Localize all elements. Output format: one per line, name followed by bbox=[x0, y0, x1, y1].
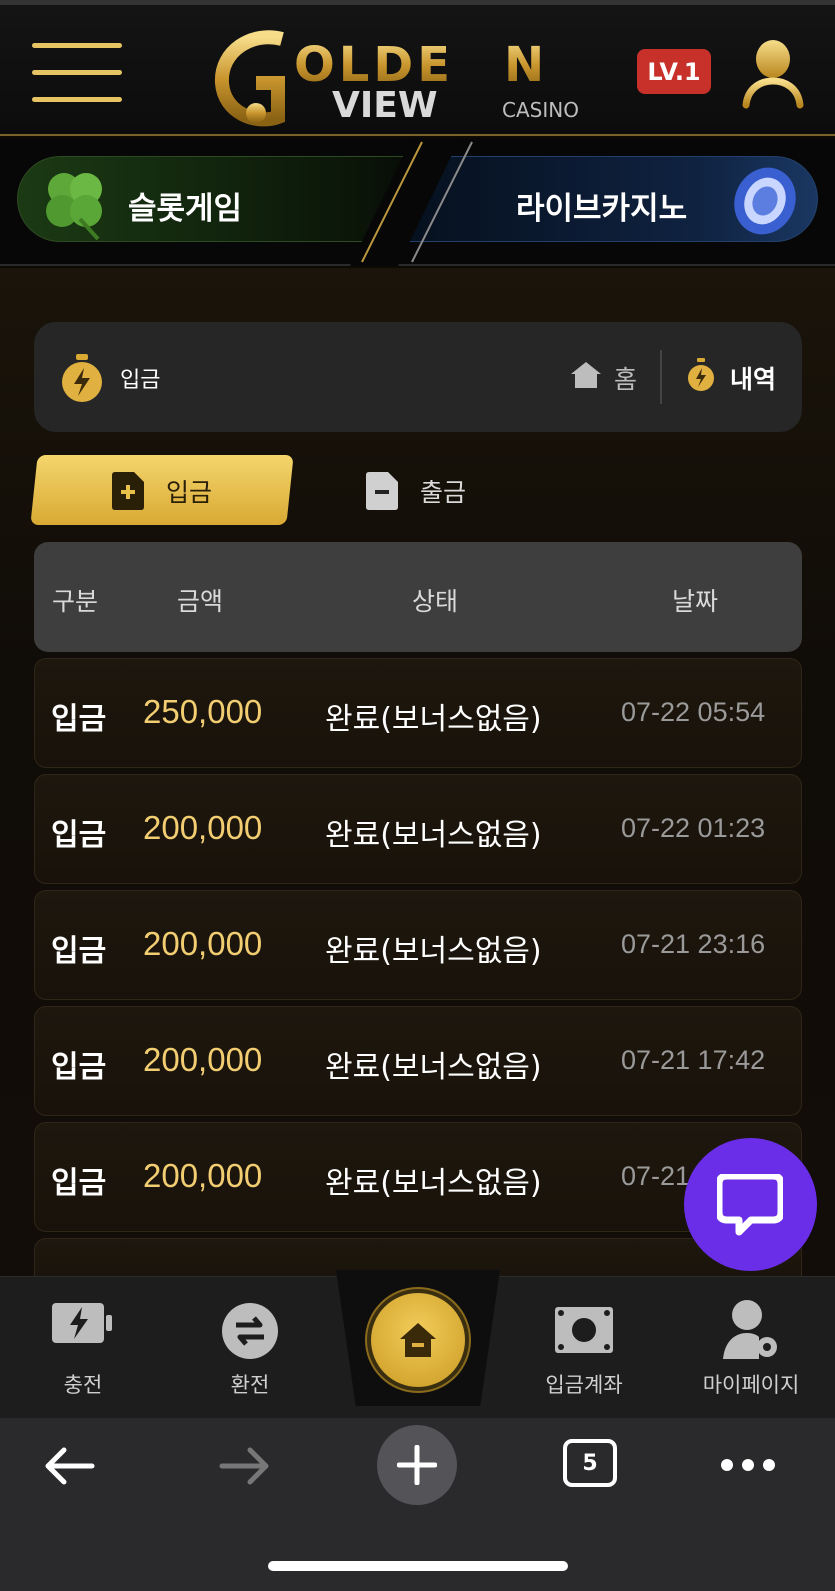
banner-divider bbox=[350, 138, 473, 266]
cash-icon bbox=[555, 1307, 613, 1353]
row-amount: 200,000 bbox=[143, 809, 263, 846]
row-status: 완료(보너스없음) bbox=[325, 702, 542, 737]
table-row[interactable]: 입금 200,000 완료(보너스없음) 07-21 17:42 bbox=[34, 1006, 802, 1116]
tab-withdraw[interactable]: 출금 bbox=[366, 472, 466, 510]
nav-exchange-label: 환전 bbox=[230, 1373, 270, 1397]
tab-withdraw-label: 출금 bbox=[420, 478, 467, 507]
live-chat-button[interactable] bbox=[684, 1138, 817, 1271]
row-type: 입금 bbox=[51, 1166, 107, 1201]
user-settings-icon bbox=[723, 1300, 777, 1359]
column-header-status: 상태 bbox=[412, 587, 459, 616]
home-icon[interactable] bbox=[569, 360, 603, 390]
row-amount: 200,000 bbox=[143, 925, 263, 962]
row-date: 07-21 17:42 bbox=[621, 1045, 766, 1075]
game-category-bar: 슬롯게임 라이브카지노 bbox=[0, 138, 835, 266]
row-status: 완료(보너스없음) bbox=[325, 1050, 542, 1085]
home-icon bbox=[400, 1323, 436, 1357]
row-type: 입금 bbox=[51, 934, 107, 969]
column-header-amount: 금액 bbox=[177, 587, 224, 616]
column-header-type: 구분 bbox=[52, 587, 99, 616]
new-tab-button[interactable] bbox=[377, 1425, 457, 1505]
clover-icon bbox=[46, 173, 102, 241]
row-date: 07-21 bbox=[621, 1161, 691, 1191]
table-row[interactable]: 입금 250,000 완료(보너스없음) 07-22 05:54 bbox=[34, 658, 802, 768]
golden-view-logo[interactable]: OLDE N VIEW CASINO bbox=[212, 21, 622, 131]
svg-text:VIEW: VIEW bbox=[332, 85, 438, 126]
page-title: 입금 bbox=[120, 368, 161, 393]
live-casino-label: 라이브카지노 bbox=[516, 191, 688, 227]
exchange-icon bbox=[222, 1303, 278, 1359]
nav-mypage-label: 마이페이지 bbox=[702, 1373, 800, 1397]
row-status: 완료(보너스없음) bbox=[325, 934, 542, 969]
row-amount: 200,000 bbox=[143, 1157, 263, 1194]
nav-charge-label: 충전 bbox=[63, 1373, 103, 1397]
slot-game-label: 슬롯게임 bbox=[128, 191, 243, 227]
plus-icon bbox=[397, 1445, 437, 1485]
user-icon[interactable] bbox=[742, 39, 804, 109]
home-button[interactable] bbox=[371, 1293, 465, 1387]
breadcrumb-history[interactable]: 내역 bbox=[730, 360, 776, 396]
stopwatch-icon bbox=[688, 358, 714, 391]
tab-deposit-label: 입금 bbox=[166, 478, 213, 507]
tab-count-button[interactable]: 5 bbox=[563, 1439, 617, 1487]
row-type: 입금 bbox=[51, 702, 107, 737]
table-row[interactable]: 입금 200,000 완료(보너스없음) 07-22 01:23 bbox=[34, 774, 802, 884]
row-date: 07-22 01:23 bbox=[621, 813, 766, 843]
app-header: OLDE N VIEW CASINO LV.1 bbox=[0, 0, 835, 136]
menu-icon[interactable] bbox=[32, 43, 122, 107]
row-type: 입금 bbox=[51, 1050, 107, 1085]
stopwatch-icon bbox=[62, 354, 102, 402]
breadcrumb-home[interactable]: 홈 bbox=[614, 360, 637, 396]
row-amount: 200,000 bbox=[143, 1041, 263, 1078]
chat-bubble-icon bbox=[717, 1174, 783, 1236]
nav-exchange[interactable]: 환전 bbox=[180, 1277, 320, 1419]
more-options-icon[interactable] bbox=[720, 1458, 776, 1472]
row-status: 완료(보너스없음) bbox=[325, 1166, 542, 1201]
document-minus-icon bbox=[366, 472, 398, 510]
row-status: 완료(보너스없음) bbox=[325, 818, 542, 853]
page-header-card: 입금 홈 내역 bbox=[34, 322, 802, 432]
row-date: 07-22 05:54 bbox=[621, 697, 766, 727]
row-amount: 250,000 bbox=[143, 693, 263, 730]
svg-text:CASINO: CASINO bbox=[502, 98, 579, 122]
casino-chip-icon bbox=[734, 167, 796, 235]
tab-deposit-content[interactable]: 입금 bbox=[112, 472, 212, 510]
table-header: 구분 금액 상태 날짜 bbox=[34, 542, 802, 652]
document-plus-icon bbox=[112, 472, 144, 510]
table-row[interactable]: 입금 200,000 완료(보너스없음) 07-21 23:16 bbox=[34, 890, 802, 1000]
forward-arrow-icon[interactable] bbox=[218, 1446, 270, 1486]
row-type: 입금 bbox=[51, 818, 107, 853]
nav-deposit-account-label: 입금계좌 bbox=[545, 1373, 623, 1397]
row-date: 07-21 23:16 bbox=[621, 929, 766, 959]
breadcrumb-divider bbox=[660, 350, 662, 404]
level-badge: LV.1 bbox=[637, 49, 711, 94]
nav-deposit-account[interactable]: 입금계좌 bbox=[514, 1277, 654, 1419]
battery-charge-icon bbox=[52, 1303, 112, 1343]
nav-charge[interactable]: 충전 bbox=[13, 1277, 153, 1419]
column-header-date: 날짜 bbox=[672, 587, 719, 616]
back-arrow-icon[interactable] bbox=[44, 1446, 96, 1486]
nav-mypage[interactable]: 마이페이지 bbox=[681, 1277, 821, 1419]
home-indicator bbox=[268, 1561, 568, 1571]
svg-text:N: N bbox=[504, 37, 544, 93]
